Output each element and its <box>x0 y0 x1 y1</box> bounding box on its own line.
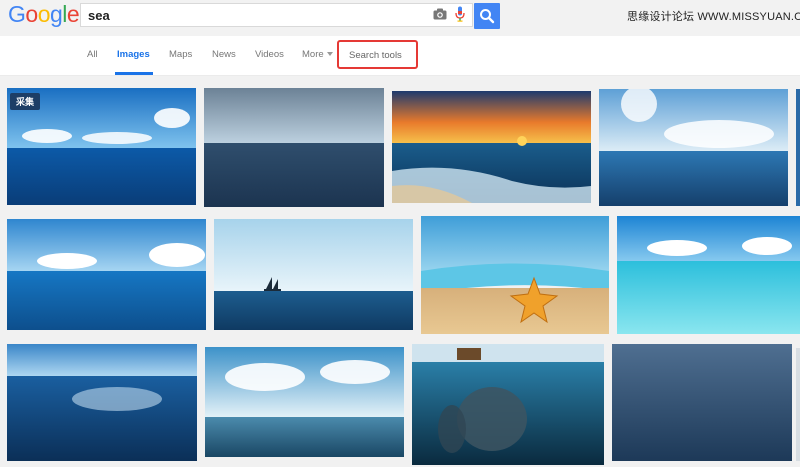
search-tools-button[interactable]: Search tools <box>337 40 418 69</box>
nav-bar: All Images Maps News Videos More Search … <box>0 36 800 76</box>
caret-down-icon <box>326 52 333 57</box>
logo-letter: g <box>49 1 63 27</box>
google-logo[interactable]: Google <box>8 1 80 28</box>
tab-images[interactable]: Images <box>117 49 150 60</box>
search-button[interactable] <box>474 3 500 29</box>
tab-more-label: More <box>302 49 324 60</box>
image-result[interactable] <box>612 344 792 461</box>
tab-more[interactable]: More <box>302 49 333 60</box>
image-result[interactable] <box>7 344 197 461</box>
top-bar: Google sea 思缘设计论坛 WWW.MISSYUAN.COM <box>0 0 800 36</box>
image-result[interactable] <box>796 348 800 461</box>
tab-news[interactable]: News <box>212 49 236 60</box>
tab-videos[interactable]: Videos <box>255 49 284 60</box>
logo-letter: e <box>66 1 80 27</box>
logo-letter: o <box>37 1 51 27</box>
image-result[interactable] <box>796 89 800 206</box>
search-input[interactable]: sea <box>80 3 473 27</box>
collect-badge[interactable]: 采集 <box>10 93 41 110</box>
camera-icon[interactable] <box>433 8 447 20</box>
image-result[interactable] <box>214 219 413 330</box>
image-result[interactable] <box>392 91 591 203</box>
image-result[interactable] <box>421 216 609 334</box>
image-result[interactable] <box>205 347 404 457</box>
image-result[interactable] <box>599 89 788 206</box>
tab-all[interactable]: All <box>87 49 98 60</box>
microphone-icon[interactable] <box>455 6 465 22</box>
image-result[interactable] <box>617 216 800 334</box>
image-result[interactable] <box>412 344 604 465</box>
logo-letter: o <box>25 1 38 27</box>
watermark: 思缘设计论坛 WWW.MISSYUAN.COM <box>627 11 800 23</box>
image-result[interactable] <box>7 219 206 330</box>
tab-maps[interactable]: Maps <box>169 49 192 60</box>
active-tab-indicator <box>115 72 153 75</box>
search-tools-label: Search tools <box>349 50 402 61</box>
image-result[interactable] <box>204 88 384 207</box>
search-query: sea <box>88 8 110 23</box>
logo-letter: G <box>8 1 26 27</box>
search-icon <box>480 9 495 24</box>
